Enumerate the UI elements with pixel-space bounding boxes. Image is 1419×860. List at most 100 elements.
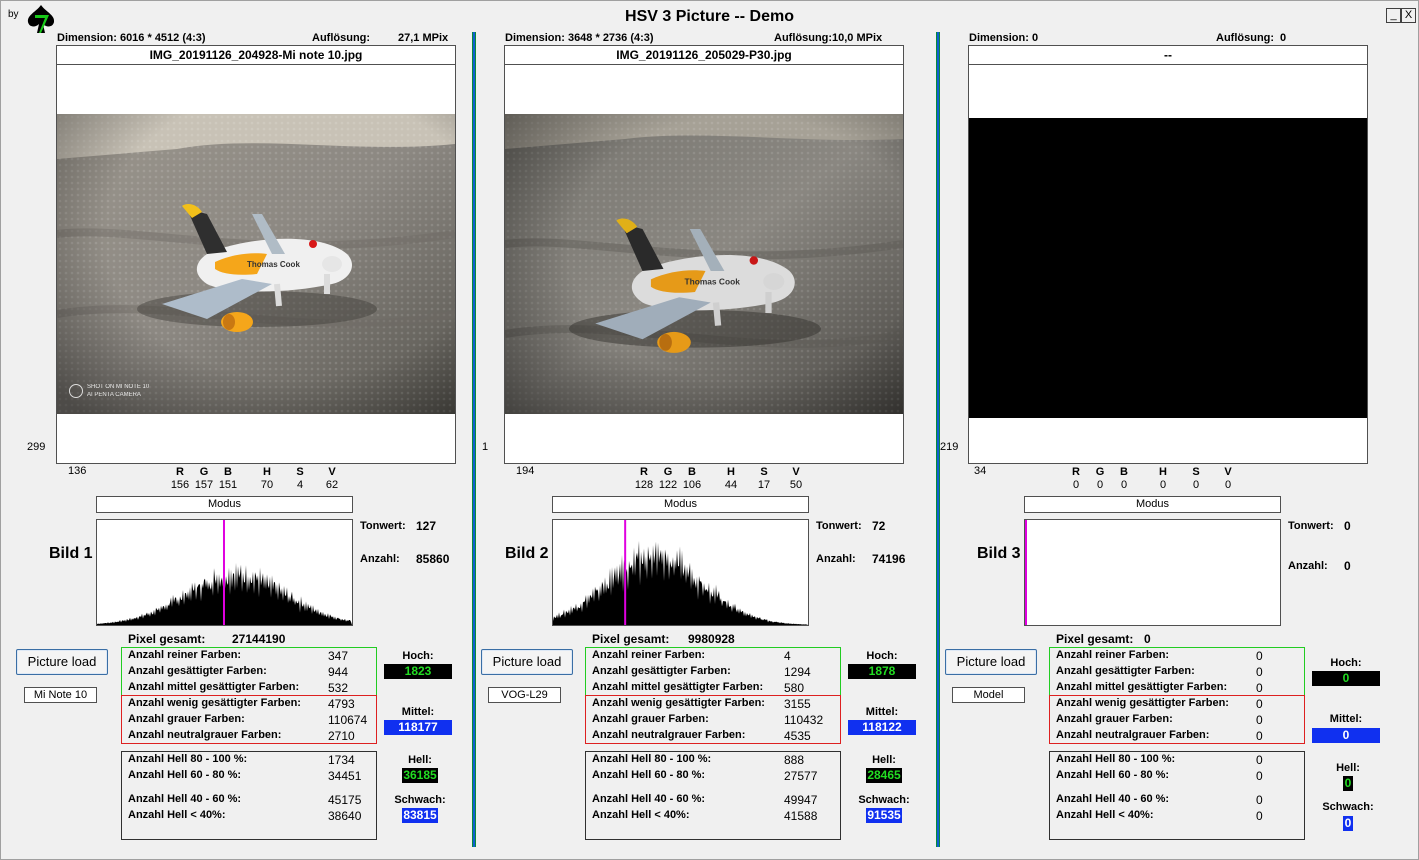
- schwach-value: 83815: [402, 808, 438, 823]
- left-value: 219: [940, 441, 959, 453]
- neutralgrauer-value: 0: [1256, 729, 1263, 743]
- image-frame[interactable]: Thomas Cook SHOT ON MI NOTE 10 AI PENTA …: [56, 64, 456, 464]
- tonwert-value: 127: [416, 519, 437, 533]
- hell-lt-40-value: 41588: [784, 809, 818, 823]
- mittel-gesaettigter-value: 532: [328, 681, 349, 695]
- rgb-label-b: B: [688, 466, 696, 478]
- v-value: 0: [1224, 479, 1232, 491]
- rgb-label-s: S: [760, 466, 768, 478]
- rgb-label-g: G: [199, 466, 209, 478]
- reiner-farben-value: 347: [328, 649, 349, 663]
- mittel-label: Mittel:: [401, 706, 435, 718]
- v-value: 50: [789, 479, 803, 491]
- anzahl-value: 85860: [416, 552, 450, 566]
- hell-60-80-label: Anzahl Hell 60 - 80 %:: [592, 769, 706, 781]
- rgb-label-h: H: [727, 466, 735, 478]
- dimension-label: Dimension: 6016 * 4512 (4:3): [57, 32, 206, 44]
- histogram: [96, 519, 353, 626]
- mittel-gesaettigter-label: Anzahl mittel gesättigter Farben:: [128, 681, 300, 693]
- filename-field: IMG_20191126_205029-P30.jpg: [504, 45, 904, 65]
- b-value: 151: [218, 479, 238, 491]
- rgb-label-v: V: [328, 466, 336, 478]
- pixel-gesamt-value: 9980928: [688, 632, 735, 646]
- below-value: 194: [516, 465, 535, 477]
- camera-model-field: Model: [952, 687, 1025, 703]
- dimension-label: Dimension: 0: [969, 32, 1039, 44]
- grauer-farben-label: Anzahl grauer Farben:: [592, 713, 709, 725]
- hoch-label: Hoch:: [866, 650, 898, 662]
- grauer-farben-label: Anzahl grauer Farben:: [1056, 713, 1173, 725]
- hell-80-100-label: Anzahl Hell 80 - 100 %:: [128, 753, 248, 765]
- rgb-label-s: S: [1192, 466, 1200, 478]
- hell-40-60-value: 49947: [784, 793, 818, 807]
- reiner-farben-label: Anzahl reiner Farben:: [1056, 649, 1170, 661]
- bild-label: Bild 2: [505, 545, 549, 562]
- neutralgrauer-value: 2710: [328, 729, 355, 743]
- anzahl-value: 0: [1344, 559, 1351, 573]
- h-value: 0: [1159, 479, 1167, 491]
- bild-label: Bild 3: [977, 545, 1021, 562]
- aufloesung-label: Auflösung:: [312, 32, 371, 44]
- hell-value: 36185: [402, 768, 438, 783]
- mittel-value: 118122: [848, 720, 916, 735]
- wenig-gesaettigter-label: Anzahl wenig gesättigter Farben:: [592, 697, 765, 709]
- wenig-gesaettigter-value: 0: [1256, 697, 1263, 711]
- r-value: 128: [634, 479, 654, 491]
- anzahl-label: Anzahl:: [1288, 560, 1328, 572]
- watermark-line-1: SHOT ON MI NOTE 10: [87, 384, 150, 390]
- schwach-value: 0: [1343, 816, 1353, 831]
- modus-field[interactable]: Modus: [552, 496, 809, 513]
- hell-label: Hell:: [1336, 762, 1360, 774]
- rgb-label-v: V: [792, 466, 800, 478]
- gesaettigter-farben-value: 944: [328, 665, 349, 679]
- panel-separator-1: [472, 32, 476, 847]
- r-value: 0: [1072, 479, 1080, 491]
- mittel-gesaettigter-label: Anzahl mittel gesättigter Farben:: [1056, 681, 1228, 693]
- hell-80-100-value: 888: [784, 753, 805, 767]
- neutralgrauer-label: Anzahl neutralgrauer Farben:: [1056, 729, 1210, 741]
- hell-lt-40-value: 0: [1256, 809, 1263, 823]
- s-value: 0: [1192, 479, 1200, 491]
- modus-field[interactable]: Modus: [96, 496, 353, 513]
- g-value: 157: [194, 479, 214, 491]
- v-value: 62: [325, 479, 339, 491]
- image-frame[interactable]: Thomas Cook: [504, 64, 904, 464]
- wenig-gesaettigter-value: 4793: [328, 697, 355, 711]
- left-value: 1: [482, 441, 489, 453]
- s-value: 17: [757, 479, 771, 491]
- rgb-label-b: B: [224, 466, 232, 478]
- below-value: 136: [68, 465, 87, 477]
- hell-60-80-value: 27577: [784, 769, 818, 783]
- rgb-label-h: H: [1159, 466, 1167, 478]
- reiner-farben-label: Anzahl reiner Farben:: [592, 649, 706, 661]
- panel-separator-2: [936, 32, 940, 847]
- grauer-farben-label: Anzahl grauer Farben:: [128, 713, 245, 725]
- window-title: HSV 3 Picture -- Demo: [625, 8, 794, 25]
- gesaettigter-farben-value: 1294: [784, 665, 811, 679]
- modus-field[interactable]: Modus: [1024, 496, 1281, 513]
- photo-airplane: Thomas Cook SHOT ON MI NOTE 10 AI PENTA …: [57, 114, 455, 414]
- watermark-line-2: AI PENTA CAMERA: [87, 392, 141, 398]
- hell-label: Hell:: [408, 754, 432, 766]
- image-frame[interactable]: [968, 64, 1368, 464]
- wenig-gesaettigter-label: Anzahl wenig gesättigter Farben:: [1056, 697, 1229, 709]
- hoch-value: 1878: [848, 664, 916, 679]
- grauer-farben-value: 110674: [328, 713, 368, 727]
- picture-load-button[interactable]: Picture load: [945, 649, 1037, 675]
- svg-text:Thomas Cook: Thomas Cook: [685, 277, 741, 287]
- close-button[interactable]: X: [1401, 8, 1416, 23]
- hell-label: Hell:: [872, 754, 896, 766]
- hell-lt-40-value: 38640: [328, 809, 362, 823]
- hell-40-60-value: 45175: [328, 793, 362, 807]
- mittel-gesaettigter-label: Anzahl mittel gesättigter Farben:: [592, 681, 764, 693]
- left-value: 299: [27, 441, 46, 453]
- pixel-gesamt-label: Pixel gesamt:: [1056, 632, 1134, 646]
- minimize-button[interactable]: _: [1386, 8, 1401, 23]
- rgb-label-s: S: [296, 466, 304, 478]
- picture-load-button[interactable]: Picture load: [481, 649, 573, 675]
- gesaettigter-farben-value: 0: [1256, 665, 1263, 679]
- camera-model-field: Mi Note 10: [24, 687, 97, 703]
- wenig-gesaettigter-value: 3155: [784, 697, 811, 711]
- picture-load-button[interactable]: Picture load: [16, 649, 108, 675]
- reiner-farben-value: 4: [784, 649, 791, 663]
